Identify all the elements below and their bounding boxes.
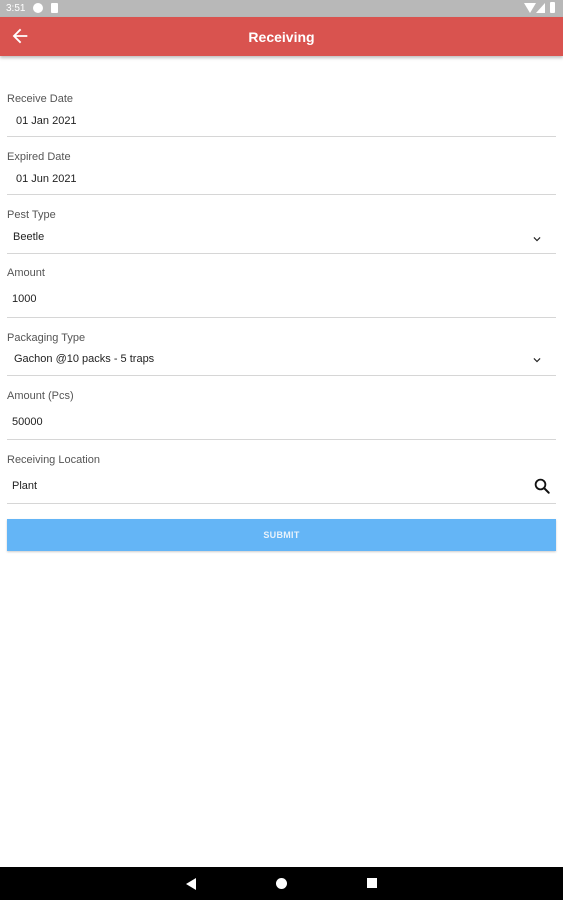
expired-date-field[interactable]: Expired Date 01 Jun 2021	[7, 151, 556, 195]
chevron-down-icon[interactable]	[530, 232, 544, 246]
amount-pcs-field[interactable]: Amount (Pcs) 50000	[7, 390, 556, 440]
pest-type-label: Pest Type	[7, 209, 56, 221]
submit-button[interactable]: SUBMIT	[7, 519, 556, 551]
receive-date-label: Receive Date	[7, 93, 74, 105]
system-nav-bar	[0, 867, 563, 900]
app-bar: Receiving	[0, 17, 563, 56]
notification-icon	[33, 3, 43, 13]
amount-label: Amount	[7, 267, 45, 279]
nav-recents-icon[interactable]	[367, 878, 377, 888]
amount-input[interactable]: 1000	[12, 293, 36, 305]
expired-date-label: Expired Date	[7, 151, 71, 163]
packaging-type-label: Packaging Type	[7, 332, 86, 344]
chevron-down-icon[interactable]	[530, 353, 544, 367]
nav-home-icon[interactable]	[276, 878, 287, 889]
nav-back-icon[interactable]	[186, 878, 196, 890]
packaging-type-value: Gachon @10 packs - 5 traps	[14, 353, 155, 365]
receive-date-field[interactable]: Receive Date 01 Jan 2021	[7, 93, 556, 137]
amount-pcs-label: Amount (Pcs)	[7, 390, 74, 402]
battery-icon	[550, 2, 555, 13]
status-time: 3:51	[6, 3, 26, 14]
receiving-location-field[interactable]: Receiving Location Plant	[7, 454, 556, 504]
page-title: Receiving	[248, 29, 315, 45]
status-bar: 3:51	[0, 0, 563, 17]
receiving-location-label: Receiving Location	[7, 454, 100, 466]
wifi-icon	[524, 3, 536, 13]
search-icon[interactable]	[533, 477, 551, 495]
packaging-type-select[interactable]: Packaging Type Gachon @10 packs - 5 trap…	[7, 332, 556, 376]
signal-icon	[536, 3, 545, 13]
expired-date-value: 01 Jun 2021	[16, 173, 77, 185]
sd-card-icon	[51, 3, 58, 13]
receive-date-value: 01 Jan 2021	[16, 115, 77, 127]
amount-field[interactable]: Amount 1000	[7, 267, 556, 318]
receiving-location-input[interactable]: Plant	[12, 480, 37, 492]
pest-type-value: Beetle	[13, 231, 45, 243]
amount-pcs-input[interactable]: 50000	[12, 416, 43, 428]
pest-type-select[interactable]: Pest Type Beetle	[7, 209, 556, 254]
